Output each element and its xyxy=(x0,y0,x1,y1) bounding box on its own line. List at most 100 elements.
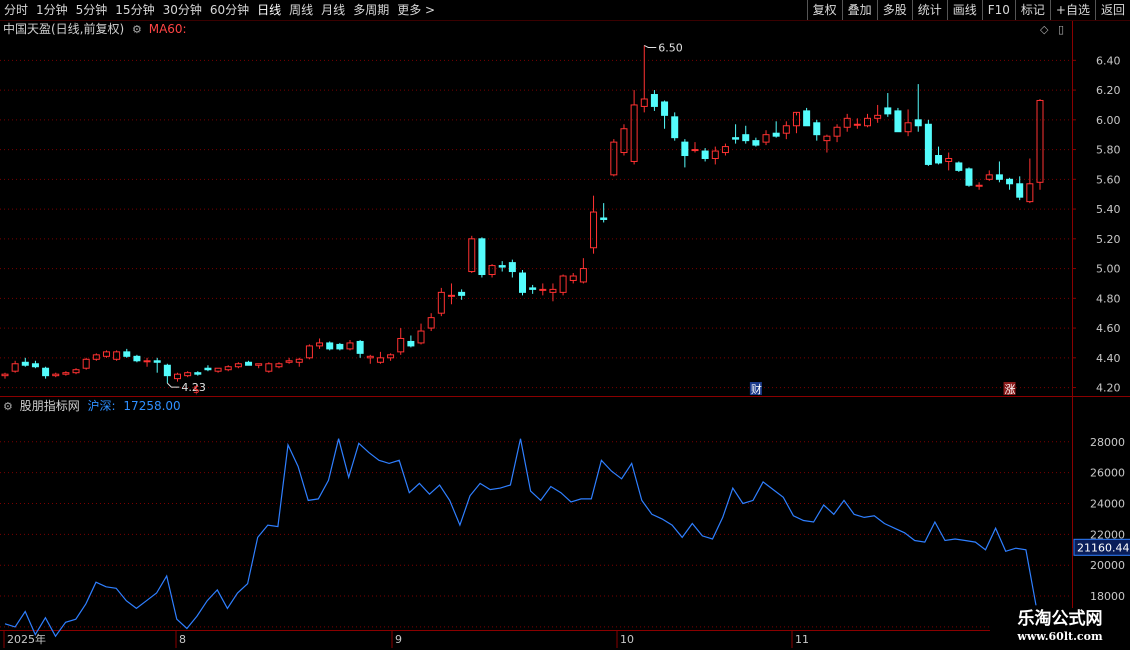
tab-period[interactable]: 日线 xyxy=(253,0,285,20)
date-tick-label: 11 xyxy=(795,633,809,646)
indicator-tick-label: 18000 xyxy=(1090,590,1125,603)
indicator-series-label: 沪深: xyxy=(87,399,116,413)
candle xyxy=(529,284,537,294)
candle xyxy=(488,264,496,278)
candle xyxy=(163,363,171,384)
tool-button[interactable]: +自选 xyxy=(1049,0,1095,20)
candle xyxy=(579,258,587,284)
candle xyxy=(519,270,526,296)
current-value-tag: 21160.44 xyxy=(1073,538,1130,556)
candle xyxy=(437,287,445,317)
high-price-label: 6.50 xyxy=(658,41,683,54)
tab-period[interactable]: 30分钟 xyxy=(159,0,206,20)
period-tabs: 分时 1分钟 5分钟 15分钟 30分钟 60分钟 日线 周线 月线 多周期 更多 > xyxy=(0,0,439,20)
candle xyxy=(184,371,192,378)
candle xyxy=(11,360,19,373)
candle xyxy=(874,104,882,123)
candle xyxy=(975,182,983,190)
candle xyxy=(630,90,638,165)
tool-button[interactable]: 统计 xyxy=(911,0,947,20)
indicator-name[interactable]: 股朋指标网 xyxy=(20,399,80,413)
candle xyxy=(498,261,506,272)
tab-period[interactable]: 分时 xyxy=(0,0,32,20)
tab-period[interactable]: 5分钟 xyxy=(72,0,112,20)
candle xyxy=(366,354,374,364)
candle xyxy=(356,339,364,358)
candle xyxy=(671,112,679,141)
candle xyxy=(417,323,425,345)
candle xyxy=(924,119,932,166)
price-tick-label: 6.40 xyxy=(1096,54,1121,67)
price-tick-label: 4.80 xyxy=(1096,292,1121,305)
tool-button[interactable]: 画线 xyxy=(946,0,982,20)
candle xyxy=(508,259,516,278)
tab-period[interactable]: 多周期 xyxy=(349,0,393,20)
candle xyxy=(478,237,486,278)
stock-title[interactable]: 中国天盈(日线,前复权) xyxy=(3,22,124,36)
tool-button[interactable]: 多股 xyxy=(876,0,912,20)
candle xyxy=(346,339,354,351)
chart-canvas[interactable]: 6.40 6.20 6.00 5.80 5.60 5.40 5.20 5.00 4.80 4.60… xyxy=(0,0,1130,650)
candle xyxy=(82,357,90,370)
candle xyxy=(265,362,273,373)
candle xyxy=(752,137,760,147)
top-toolbar: 分时 1分钟 5分钟 15分钟 30分钟 60分钟 日线 周线 月线 多周期 更多 > 复权 叠加 多股… xyxy=(0,0,1130,21)
candle xyxy=(285,357,293,364)
watermark-title: 乐淘公式网 xyxy=(1017,609,1103,629)
candle xyxy=(823,134,831,153)
candle xyxy=(214,367,222,373)
tab-period[interactable]: 15分钟 xyxy=(111,0,158,20)
date-tick-label: 8 xyxy=(179,633,186,646)
candle xyxy=(133,354,141,363)
candle xyxy=(620,124,628,156)
grid-layer xyxy=(0,21,1130,631)
tool-button[interactable]: 返回 xyxy=(1094,0,1130,20)
settings-icon[interactable]: ⚙ xyxy=(3,400,13,413)
candle xyxy=(782,121,790,140)
candle xyxy=(559,274,567,296)
candle xyxy=(1026,158,1034,204)
price-tick-label: 5.80 xyxy=(1096,144,1121,157)
candle xyxy=(102,350,110,358)
candle xyxy=(833,124,841,143)
panel-toggle-icon[interactable]: ▯ xyxy=(1058,23,1064,36)
tool-button[interactable]: F10 xyxy=(981,0,1015,20)
low-pointer xyxy=(166,382,180,388)
candle xyxy=(681,139,689,168)
candle xyxy=(427,313,435,332)
date-tick-label: 9 xyxy=(395,633,402,646)
candle xyxy=(245,360,253,366)
candle xyxy=(174,372,181,382)
indicator-value: 17258.00 xyxy=(123,399,181,413)
event-marker-label: 财 xyxy=(751,382,762,396)
candle xyxy=(995,161,1003,183)
candle xyxy=(772,121,780,138)
candle xyxy=(935,146,943,165)
tab-period[interactable]: 1分钟 xyxy=(32,0,72,20)
diamond-icon[interactable]: ◇ xyxy=(1040,23,1048,36)
settings-icon[interactable]: ⚙ xyxy=(132,23,142,36)
axis-layer: 6.40 6.20 6.00 5.80 5.60 5.40 5.20 5.00 4.80 4.60… xyxy=(3,41,1130,648)
price-tick-label: 4.40 xyxy=(1096,352,1121,365)
tool-button[interactable]: 叠加 xyxy=(841,0,877,20)
tab-period[interactable]: 60分钟 xyxy=(206,0,253,20)
tool-button[interactable]: 标记 xyxy=(1014,0,1050,20)
tab-period[interactable]: 更多 > xyxy=(393,0,439,20)
candle xyxy=(843,113,851,132)
price-tick-label: 5.40 xyxy=(1096,203,1121,216)
tool-button[interactable]: 复权 xyxy=(806,0,842,20)
candle xyxy=(539,283,547,296)
candle xyxy=(295,357,303,367)
event-marker: 涨 xyxy=(1003,382,1016,396)
date-tick-label: 2025年 xyxy=(7,632,46,646)
tab-period[interactable]: 周线 xyxy=(285,0,317,20)
price-tick-label: 5.00 xyxy=(1096,263,1121,276)
event-marker-label: 涨 xyxy=(1005,383,1016,396)
candle xyxy=(549,283,557,302)
tab-period[interactable]: 月线 xyxy=(317,0,349,20)
right-tools: 复权 叠加 多股 统计 画线 F10 标记 +自选 返回 xyxy=(806,0,1130,20)
indicator-tick-label: 20000 xyxy=(1090,559,1125,572)
candle xyxy=(762,130,770,146)
candle xyxy=(864,113,871,128)
indicator-header: ⚙ 股朋指标网 沪深: 17258.00 xyxy=(0,398,181,414)
